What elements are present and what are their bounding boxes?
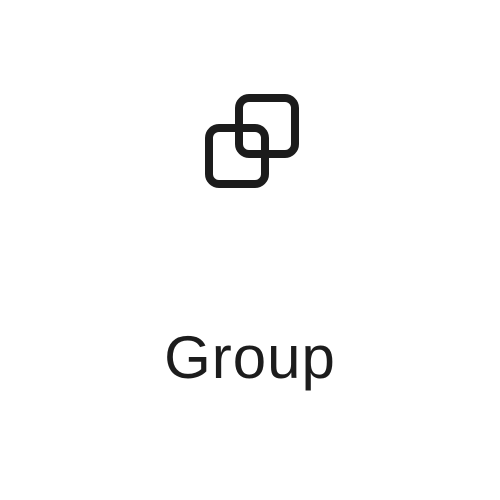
group-icon — [201, 92, 303, 194]
group-button[interactable]: Group — [0, 0, 500, 500]
group-label: Group — [164, 324, 336, 391]
